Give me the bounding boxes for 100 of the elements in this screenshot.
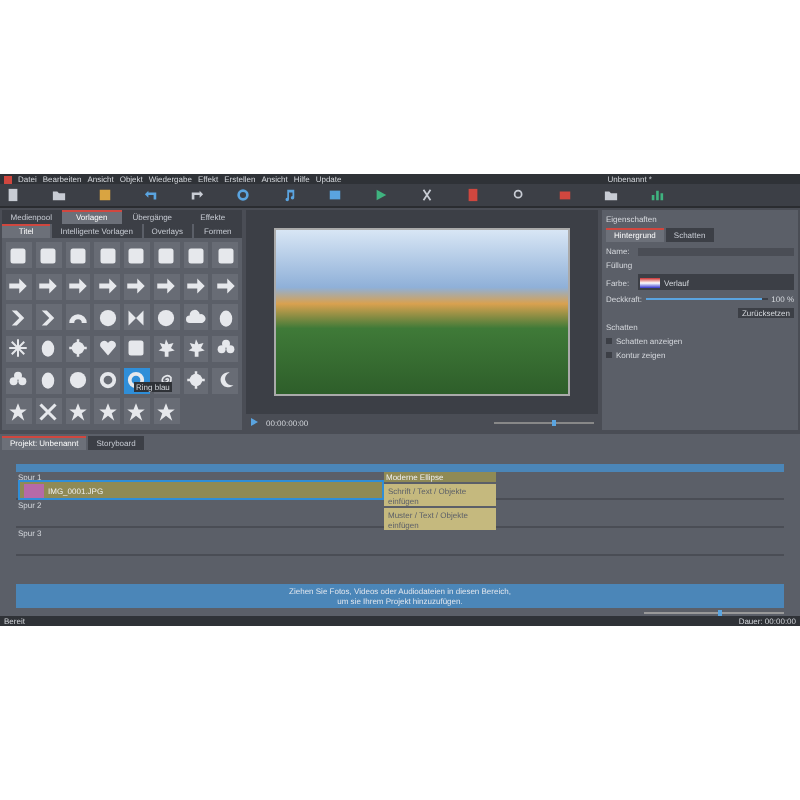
- shape-tile[interactable]: [65, 367, 91, 394]
- shape-tile[interactable]: [153, 398, 179, 425]
- shape-tile[interactable]: [183, 335, 209, 362]
- shape-tile[interactable]: [35, 273, 61, 300]
- shape-icon: [8, 401, 29, 422]
- shape-icon: [185, 370, 206, 391]
- shape-icon: [215, 276, 236, 297]
- shape-icon: [156, 338, 177, 359]
- shape-tile[interactable]: [35, 304, 61, 331]
- shape-tile[interactable]: [35, 398, 61, 425]
- shape-icon: [215, 338, 236, 359]
- shape-tile[interactable]: [6, 335, 32, 362]
- shape-icon: [156, 245, 177, 265]
- shape-icon: [215, 370, 236, 391]
- shape-icon: [67, 276, 88, 297]
- chart-icon[interactable]: [650, 188, 664, 202]
- shape-icon: [8, 307, 29, 328]
- shape-tile[interactable]: [6, 398, 32, 425]
- photo-placeholder: [24, 483, 44, 497]
- shape-tile[interactable]: [124, 242, 150, 268]
- shape-tile[interactable]: [35, 242, 61, 268]
- shape-tile[interactable]: [153, 242, 179, 268]
- shape-icon: [38, 370, 59, 391]
- shape-tile[interactable]: [153, 304, 179, 331]
- shape-tile[interactable]: [94, 273, 120, 300]
- shape-icon: [126, 338, 147, 359]
- gradient-swatch: [640, 277, 660, 287]
- shape-tile[interactable]: [35, 367, 61, 394]
- shape-icon: [126, 307, 147, 328]
- folder-icon[interactable]: [604, 188, 618, 202]
- shape-icon: [126, 276, 147, 297]
- shape-icon: [185, 307, 206, 328]
- shape-icon: [97, 370, 118, 391]
- new-icon[interactable]: [6, 188, 20, 202]
- shape-tile[interactable]: [212, 304, 238, 331]
- timeline-zoom-slider[interactable]: [644, 611, 784, 613]
- shape-icon: [8, 276, 29, 297]
- shape-tile[interactable]: [124, 304, 150, 331]
- shape-icon: [215, 307, 236, 328]
- shape-icon: [126, 245, 147, 265]
- shape-tile[interactable]: [94, 242, 120, 268]
- shape-icon: [38, 401, 59, 422]
- shape-tile[interactable]: [65, 273, 91, 300]
- shape-tile[interactable]: [6, 273, 32, 300]
- shape-icon: [8, 370, 29, 391]
- shape-icon: [67, 245, 88, 265]
- shape-icon: [97, 276, 118, 297]
- shape-icon: [38, 338, 59, 359]
- shape-icon: [156, 401, 177, 422]
- shape-tile[interactable]: [124, 273, 150, 300]
- shape-tile[interactable]: [65, 304, 91, 331]
- shape-tile[interactable]: [183, 367, 209, 394]
- shape-tile[interactable]: [65, 335, 91, 362]
- shape-tile[interactable]: [94, 398, 120, 425]
- shape-tile[interactable]: [6, 242, 32, 268]
- shape-icon: [97, 245, 118, 265]
- shape-icon: [8, 245, 29, 265]
- shape-tile[interactable]: [65, 242, 91, 268]
- shape-tile[interactable]: [183, 304, 209, 331]
- cut-icon[interactable]: [420, 188, 434, 202]
- shape-icon: [97, 401, 118, 422]
- play-icon[interactable]: [374, 188, 388, 202]
- shape-tile[interactable]: [6, 367, 32, 394]
- shape-tile[interactable]: [94, 304, 120, 331]
- shape-icon: [8, 338, 29, 359]
- shape-tile[interactable]: [153, 273, 179, 300]
- shape-tile[interactable]: [212, 335, 238, 362]
- shape-tile[interactable]: [212, 367, 238, 394]
- shape-tile[interactable]: [124, 335, 150, 362]
- shape-tile[interactable]: [183, 242, 209, 268]
- shape-icon: [215, 245, 236, 265]
- shape-icon: [67, 370, 88, 391]
- music-icon[interactable]: [282, 188, 296, 202]
- checkbox[interactable]: [606, 338, 612, 344]
- app-logo-icon: [4, 175, 12, 183]
- shape-icon: [156, 276, 177, 297]
- undo-icon[interactable]: [144, 188, 158, 202]
- save-icon[interactable]: [98, 188, 112, 202]
- shape-icon: [185, 276, 206, 297]
- shape-tile[interactable]: [153, 335, 179, 362]
- shape-tile[interactable]: [212, 273, 238, 300]
- shape-icon: [38, 307, 59, 328]
- shape-icon: [126, 401, 147, 422]
- folder-icon[interactable]: [52, 188, 66, 202]
- shape-tile[interactable]: [183, 273, 209, 300]
- shape-tile[interactable]: [124, 398, 150, 425]
- shape-icon: [97, 338, 118, 359]
- shape-tile[interactable]: [212, 242, 238, 268]
- shape-icon: [67, 401, 88, 422]
- shape-tile[interactable]: [6, 304, 32, 331]
- shape-tile[interactable]: [35, 335, 61, 362]
- shape-tile[interactable]: [65, 398, 91, 425]
- redo-icon[interactable]: [190, 188, 204, 202]
- shape-icon: [97, 307, 118, 328]
- checkbox[interactable]: [606, 352, 612, 358]
- shape-tile[interactable]: [94, 367, 120, 394]
- shape-tile[interactable]: [94, 335, 120, 362]
- shape-icon: [38, 245, 59, 265]
- shape-icon: [67, 338, 88, 359]
- play-icon[interactable]: [250, 418, 258, 426]
